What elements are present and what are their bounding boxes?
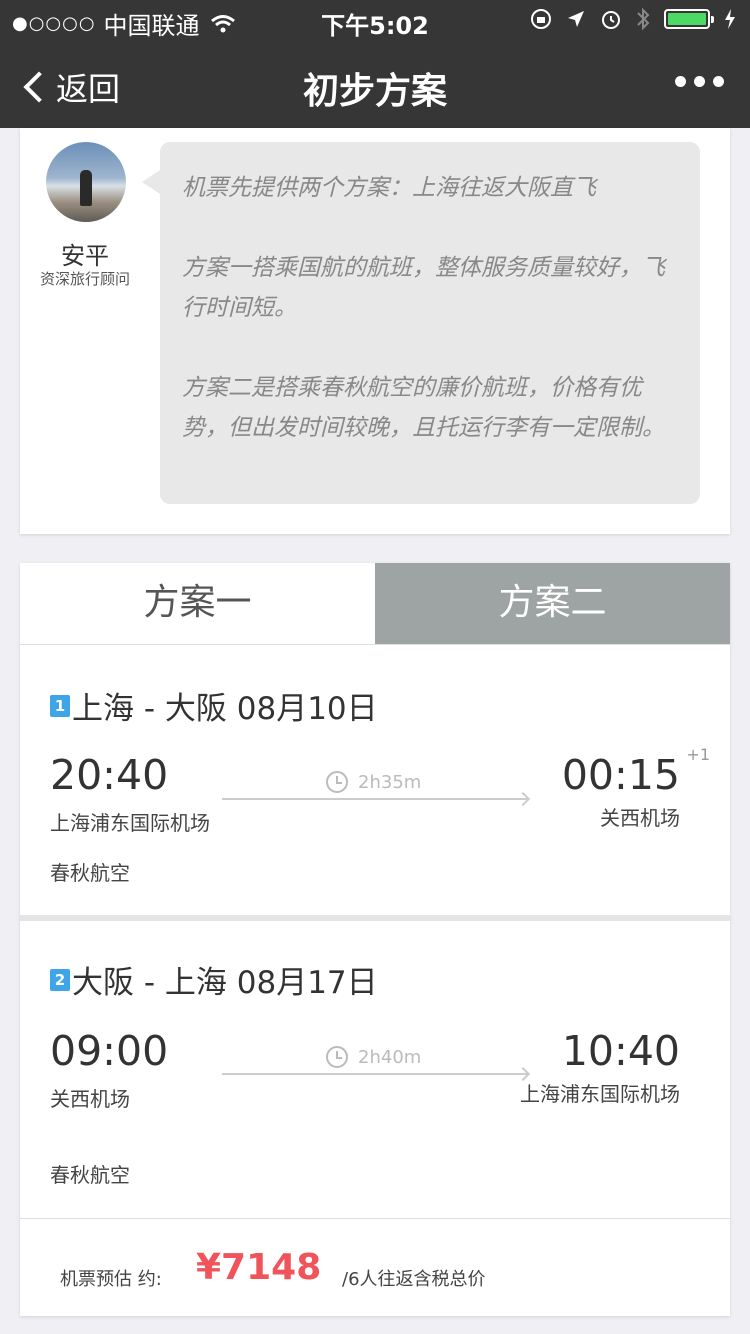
arrival-airport: 关西机场 — [600, 806, 680, 830]
duration-text: 2h35m — [358, 771, 422, 793]
segment-number-badge: 2 — [50, 968, 70, 991]
message-bubble: 机票先提供两个方案：上海往返大阪直飞 方案一搭乘国航的航班，整体服务质量较好，飞… — [142, 142, 700, 504]
avatar-figure — [80, 170, 92, 206]
route-text: 大阪 - 上海 08月17日 — [72, 965, 378, 1001]
route-title: 2 大阪 - 上海 08月17日 — [50, 957, 378, 1002]
alarm-icon — [602, 11, 620, 29]
flight-segment[interactable]: 1 上海 - 大阪 08月10日 20:40 2h35m 00:15 +1 上海… — [20, 647, 730, 915]
tab-plan-one[interactable]: 方案一 — [20, 563, 375, 644]
location-arrow-icon — [568, 11, 584, 27]
status-bar: ●○○○○ 中国联通 下午5:02 — [0, 0, 750, 40]
message-paragraph: 机票先提供两个方案：上海往返大阪直飞 — [182, 175, 596, 201]
route-text: 上海 - 大阪 08月10日 — [72, 691, 378, 727]
price-note: /6人往返含税总价 — [342, 1269, 486, 1290]
price-summary: 机票预估 约: ¥7148 /6人往返含税总价 — [20, 1218, 730, 1316]
flight-segment[interactable]: 2 大阪 - 上海 08月17日 09:00 2h40m 10:40 关西机场 … — [20, 921, 730, 1216]
departure-time: 20:40 — [50, 751, 169, 799]
bluetooth-icon — [637, 7, 650, 31]
duration-text: 2h40m — [358, 1046, 422, 1068]
airline-name: 春秋航空 — [50, 1163, 130, 1187]
message-paragraph: 方案二是搭乘春秋航空的廉价航班，价格有优势，但出发时间较晚，且托运行李有一定限制… — [182, 375, 665, 441]
tab-plan-two[interactable]: 方案二 — [375, 563, 730, 644]
message-paragraph: 方案一搭乘国航的航班，整体服务质量较好，飞行时间短。 — [182, 255, 665, 321]
charging-icon — [725, 9, 735, 29]
clock-icon — [326, 771, 348, 793]
page-title: 初步方案 — [302, 71, 447, 112]
next-day-indicator: +1 — [686, 745, 710, 764]
advisor-title: 资深旅行顾问 — [39, 270, 130, 288]
arrival-airport: 上海浦东国际机场 — [520, 1082, 680, 1106]
clock-icon — [326, 1046, 348, 1068]
more-dot-icon — [713, 76, 724, 87]
more-dot-icon — [675, 76, 686, 87]
segment-number-badge: 1 — [50, 694, 70, 717]
battery-fill — [668, 13, 706, 25]
arrow-right-icon — [222, 798, 528, 800]
navigation-bar: 返回 初步方案 — [0, 40, 750, 128]
arrow-right-icon — [222, 1073, 528, 1075]
airline-name: 春秋航空 — [50, 861, 130, 885]
price-amount: ¥7148 — [196, 1247, 322, 1288]
status-right — [530, 7, 736, 31]
arrival-time: 00:15 — [561, 751, 680, 799]
flight-duration: 2h40m — [326, 1046, 421, 1068]
more-button[interactable] — [675, 76, 724, 87]
departure-airport: 上海浦东国际机场 — [50, 811, 210, 835]
departure-time: 09:00 — [50, 1027, 169, 1075]
departure-airport: 关西机场 — [50, 1087, 130, 1111]
advisor-message-card: 安平 资深旅行顾问 机票先提供两个方案：上海往返大阪直飞 方案一搭乘国航的航班，… — [20, 128, 730, 534]
route-title: 1 上海 - 大阪 08月10日 — [50, 683, 378, 728]
flight-duration: 2h35m — [326, 771, 421, 793]
price-label: 机票预估 约: — [60, 1269, 162, 1290]
plan-tabs: 方案一 方案二 — [20, 563, 730, 645]
battery-icon — [664, 9, 714, 29]
arrival-time: 10:40 — [561, 1027, 680, 1075]
avatar[interactable] — [46, 142, 126, 222]
rotation-lock-icon — [531, 9, 551, 29]
more-dot-icon — [694, 76, 705, 87]
flight-plan-card: 方案一 方案二 1 上海 - 大阪 08月10日 20:40 2h35m 00:… — [20, 563, 730, 1316]
advisor-name: 安平 — [61, 242, 109, 270]
